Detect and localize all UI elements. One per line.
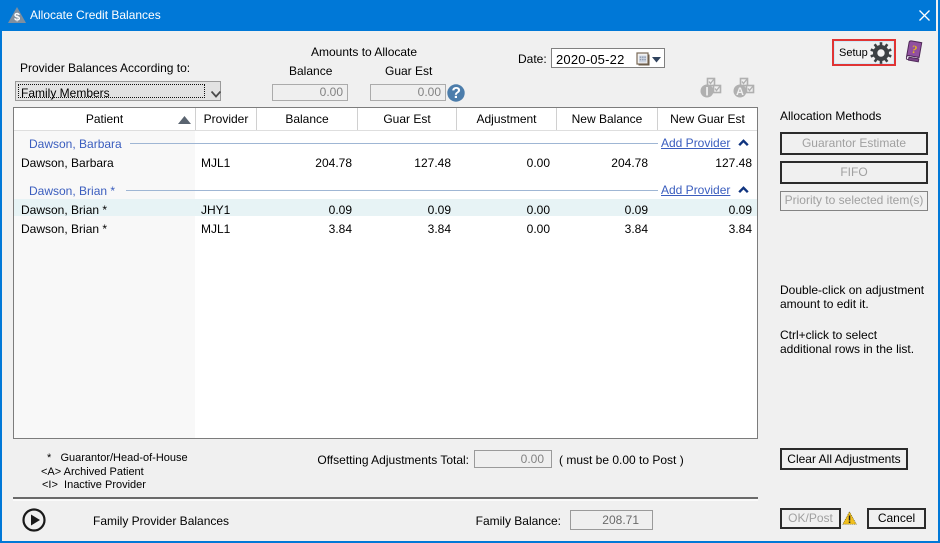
svg-text:A: A	[736, 86, 744, 98]
svg-text:I: I	[705, 85, 708, 99]
svg-text:?: ?	[451, 85, 460, 102]
svg-text:$: $	[14, 12, 20, 24]
